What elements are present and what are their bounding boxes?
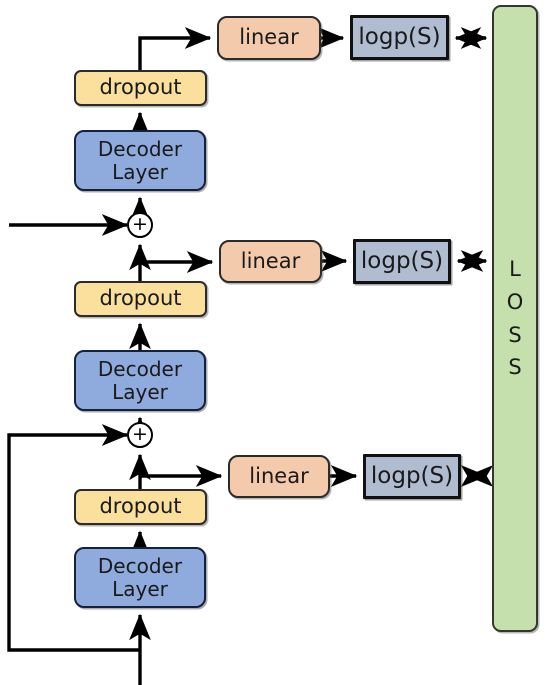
loss-letter-s2: S xyxy=(508,355,522,380)
decoder-layer-block-bottom[interactable]: Decoder Layer xyxy=(74,547,206,608)
loss-bar[interactable]: L O S S xyxy=(492,5,538,632)
edge-dropout-top-to-linear xyxy=(138,27,212,70)
dropout-block-mid[interactable]: dropout xyxy=(74,281,207,317)
dropout-block-bottom[interactable]: dropout xyxy=(74,489,207,525)
decoder-layer-block-top[interactable]: Decoder Layer xyxy=(74,130,206,191)
loss-letter-s1: S xyxy=(508,322,522,347)
dropout-block-top[interactable]: dropout xyxy=(74,70,207,106)
plus-icon: + xyxy=(132,212,148,235)
linear-block-mid[interactable]: linear xyxy=(219,240,322,283)
architecture-diagram: linear logp(S) dropout Decoder Layer + l… xyxy=(0,0,546,685)
linear-block-top[interactable]: linear xyxy=(217,16,321,60)
loss-letter-l: L xyxy=(509,257,521,282)
logp-block-bottom[interactable]: logp(S) xyxy=(363,454,461,499)
residual-adder-mid[interactable]: + xyxy=(127,422,153,448)
logp-block-mid[interactable]: logp(S) xyxy=(353,239,451,284)
residual-adder-top[interactable]: + xyxy=(127,212,153,238)
edge-skip-rail-to-add-mid xyxy=(7,424,140,652)
logp-block-top[interactable]: logp(S) xyxy=(350,15,449,60)
linear-block-bottom[interactable]: linear xyxy=(228,455,330,498)
loss-letter-o: O xyxy=(506,289,524,314)
decoder-layer-block-mid[interactable]: Decoder Layer xyxy=(74,350,206,411)
plus-icon: + xyxy=(132,422,148,445)
